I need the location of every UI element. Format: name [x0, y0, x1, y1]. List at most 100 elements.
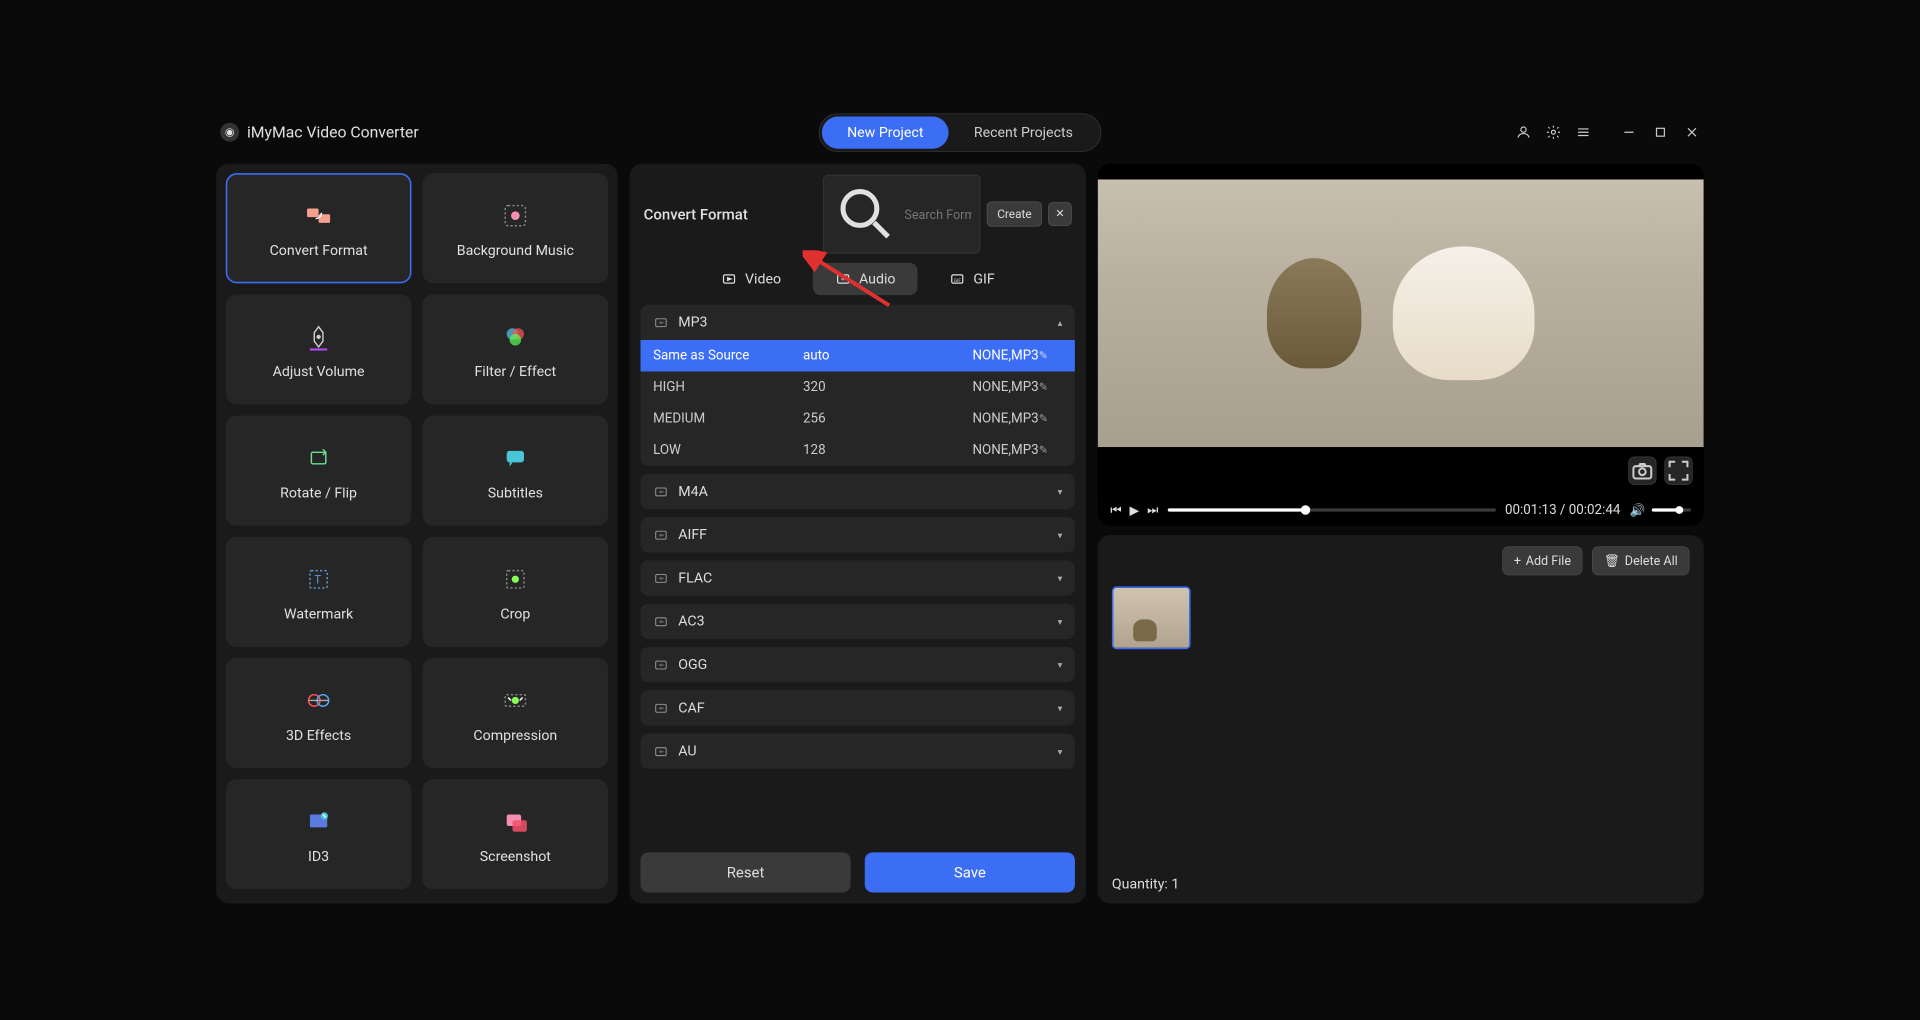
tools-sidebar: Convert FormatBackground Music Adjust Vol… — [216, 164, 617, 904]
next-button[interactable]: ⏭ — [1147, 502, 1158, 518]
tool-icon — [301, 319, 336, 354]
video-icon — [721, 271, 738, 288]
tool-background-music[interactable]: Background Music — [422, 173, 608, 283]
search-format-field[interactable] — [904, 207, 972, 222]
save-button[interactable]: Save — [865, 852, 1075, 892]
format-header[interactable]: AU▾ — [640, 734, 1074, 769]
format-name: AC3 — [678, 613, 704, 630]
progress-slider[interactable] — [1168, 508, 1496, 511]
search-format-input[interactable] — [823, 175, 980, 254]
format-row[interactable]: LOW128NONE,MP3✎ — [640, 434, 1074, 465]
format-flac: FLAC▾ — [640, 560, 1074, 595]
codec-label: NONE,MP3 — [910, 442, 1039, 458]
tool-compression[interactable]: Compression — [422, 658, 608, 768]
project-nav: New Project Recent Projects — [819, 113, 1102, 152]
format-header[interactable]: M4A▾ — [640, 474, 1074, 509]
tool-icon — [301, 804, 336, 839]
format-icon — [653, 743, 669, 759]
new-project-button[interactable]: New Project — [822, 116, 949, 148]
panel-title: Convert Format — [644, 205, 748, 223]
audio-icon — [835, 271, 852, 288]
edit-icon[interactable]: ✎ — [1039, 381, 1063, 394]
tool-label: Adjust Volume — [273, 363, 365, 380]
tool-watermark[interactable]: TWatermark — [226, 537, 412, 647]
bitrate-label: 128 — [803, 442, 910, 458]
format-mp3: MP3▴Same as SourceautoNONE,MP3✎HIGH320NO… — [640, 305, 1074, 466]
tab-video[interactable]: Video — [699, 263, 804, 295]
format-icon — [653, 527, 669, 543]
tool-convert-format[interactable]: Convert Format — [226, 173, 412, 283]
add-file-button[interactable]: +Add File — [1502, 546, 1583, 575]
recent-projects-button[interactable]: Recent Projects — [949, 116, 1098, 148]
format-header[interactable]: CAF▾ — [640, 690, 1074, 725]
format-row[interactable]: MEDIUM256NONE,MP3✎ — [640, 403, 1074, 434]
tool-icon — [498, 319, 533, 354]
bitrate-label: 320 — [803, 379, 910, 395]
prev-button[interactable]: ⏮ — [1110, 502, 1121, 518]
tool-label: ID3 — [308, 848, 329, 865]
quality-label: Same as Source — [653, 348, 803, 364]
tab-gif[interactable]: GIF GIF — [927, 263, 1017, 295]
quality-label: MEDIUM — [653, 411, 803, 427]
camera-icon — [1629, 457, 1656, 484]
format-caf: CAF▾ — [640, 690, 1074, 725]
convert-panel: Convert Format Create ✕ Video Audio GIF — [629, 164, 1085, 904]
fullscreen-button[interactable] — [1664, 456, 1692, 484]
tool-label: Watermark — [284, 606, 353, 623]
maximize-icon[interactable] — [1653, 124, 1669, 140]
video-content — [1393, 246, 1535, 380]
format-row[interactable]: Same as SourceautoNONE,MP3✎ — [640, 340, 1074, 371]
trash-icon: 🗑 — [1604, 553, 1620, 568]
edit-icon[interactable]: ✎ — [1039, 412, 1063, 425]
minimize-icon[interactable] — [1621, 124, 1637, 140]
close-search-button[interactable]: ✕ — [1048, 202, 1072, 226]
tool-label: Screenshot — [480, 848, 551, 865]
format-name: AU — [678, 743, 696, 760]
tool-icon — [498, 198, 533, 233]
format-name: OGG — [678, 656, 707, 673]
format-icon — [653, 700, 669, 716]
menu-icon[interactable] — [1575, 124, 1591, 140]
tab-audio[interactable]: Audio — [813, 263, 918, 295]
volume-icon[interactable]: 🔊 — [1630, 503, 1646, 518]
tool-icon — [301, 198, 336, 233]
tool-subtitles[interactable]: Subtitles — [422, 416, 608, 526]
format-ac3: AC3▾ — [640, 604, 1074, 639]
tool-label: Subtitles — [488, 484, 543, 501]
quantity-label: Quantity: 1 — [1112, 876, 1690, 893]
create-button[interactable]: Create — [987, 201, 1042, 226]
format-header[interactable]: AIFF▾ — [640, 517, 1074, 552]
account-icon[interactable] — [1516, 124, 1532, 140]
delete-all-button[interactable]: 🗑Delete All — [1592, 546, 1689, 575]
tool-adjust-volume[interactable]: Adjust Volume — [226, 294, 412, 404]
tool-label: Crop — [500, 606, 530, 623]
edit-icon[interactable]: ✎ — [1039, 444, 1063, 457]
snapshot-button[interactable] — [1628, 456, 1656, 484]
reset-button[interactable]: Reset — [640, 852, 850, 892]
tool-3d-effects[interactable]: 3D Effects — [226, 658, 412, 768]
settings-icon[interactable] — [1546, 124, 1562, 140]
tool-filter-effect[interactable]: Filter / Effect — [422, 294, 608, 404]
search-icon — [832, 180, 900, 248]
edit-icon[interactable]: ✎ — [1039, 349, 1063, 362]
tool-crop[interactable]: Crop — [422, 537, 608, 647]
tool-icon — [301, 440, 336, 475]
fullscreen-icon — [1665, 457, 1692, 484]
format-aiff: AIFF▾ — [640, 517, 1074, 552]
format-header[interactable]: OGG▾ — [640, 647, 1074, 682]
format-header[interactable]: MP3▴ — [640, 305, 1074, 340]
play-button[interactable]: ▶ — [1130, 503, 1140, 518]
tool-id3[interactable]: ID3 — [226, 779, 412, 889]
close-icon[interactable] — [1684, 124, 1700, 140]
format-header[interactable]: AC3▾ — [640, 604, 1074, 639]
tool-screenshot[interactable]: Screenshot — [422, 779, 608, 889]
volume-slider[interactable] — [1652, 508, 1691, 511]
format-name: M4A — [678, 483, 708, 500]
preview-panel: ⏮ ▶ ⏭ 00:01:13 / 00:02:44 🔊 — [1098, 164, 1704, 904]
file-thumbnail[interactable] — [1112, 586, 1191, 649]
tool-rotate-flip[interactable]: Rotate / Flip — [226, 416, 412, 526]
bitrate-label: 256 — [803, 411, 910, 427]
format-header[interactable]: FLAC▾ — [640, 560, 1074, 595]
format-icon — [653, 570, 669, 586]
format-row[interactable]: HIGH320NONE,MP3✎ — [640, 371, 1074, 402]
